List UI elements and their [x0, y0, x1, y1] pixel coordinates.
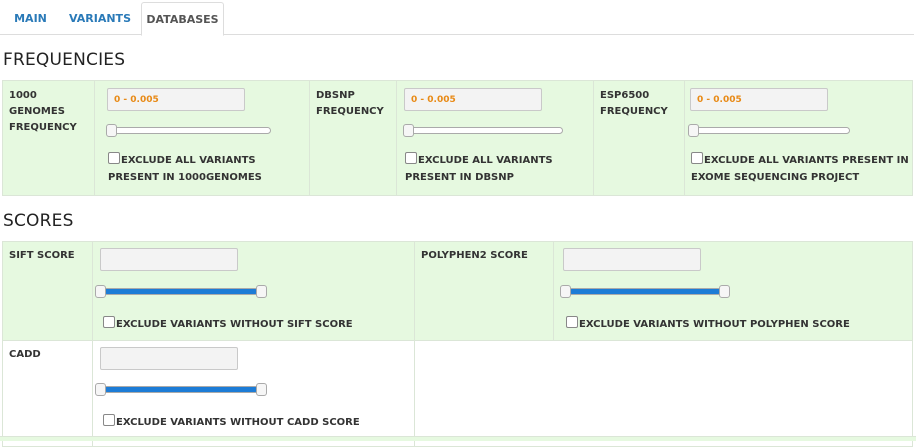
score-polyphen-slider[interactable] [560, 285, 730, 298]
score-polyphen-slider-range [569, 289, 721, 294]
freq-1000g-label: 1000 GENOMES FREQUENCY [9, 90, 77, 133]
frequencies-table: 1000 GENOMES FREQUENCY EXCLUDE ALL VARIA… [2, 80, 913, 196]
freq-esp-exclude[interactable]: EXCLUDE ALL VARIANTS PRESENT IN EXOME SE… [691, 152, 909, 186]
score-cadd-exclude-checkbox[interactable] [103, 414, 115, 426]
score-cadd-slider-handle-max[interactable] [256, 383, 267, 396]
freq-1000g-control-cell: EXCLUDE ALL VARIANTS PRESENT IN 1000GENO… [94, 80, 310, 196]
freq-dbsnp-exclude-checkbox[interactable] [405, 152, 417, 164]
freq-1000g-label-cell: 1000 GENOMES FREQUENCY [2, 80, 95, 196]
freq-esp-range-input[interactable] [690, 88, 828, 111]
scores-table: SIFT SCORE EXCLUDE VARIANTS WITHOUT SIFT… [2, 241, 913, 447]
freq-esp-label-cell: ESP6500 FREQUENCY [593, 80, 685, 196]
score-cadd-label-cell: CADD [2, 340, 93, 447]
score-cadd-input[interactable] [100, 347, 238, 370]
score-polyphen-control-cell: EXCLUDE VARIANTS WITHOUT POLYPHEN SCORE [553, 241, 913, 341]
tab-variants[interactable]: VARIANTS [60, 2, 140, 35]
freq-1000g-range-input[interactable] [107, 88, 245, 111]
score-polyphen-slider-handle-max[interactable] [719, 285, 730, 298]
score-sift-slider-handle-min[interactable] [95, 285, 106, 298]
score-sift-label-cell: SIFT SCORE [2, 241, 93, 341]
freq-dbsnp-control-cell: EXCLUDE ALL VARIANTS PRESENT IN DBSNP [396, 80, 594, 196]
freq-dbsnp-range-input[interactable] [404, 88, 542, 111]
freq-dbsnp-slider[interactable] [403, 124, 563, 137]
freq-esp-slider[interactable] [688, 124, 850, 137]
score-cadd-slider[interactable] [95, 383, 267, 396]
score-sift-slider-handle-max[interactable] [256, 285, 267, 298]
score-sift-exclude-checkbox[interactable] [103, 316, 115, 328]
tab-databases[interactable]: DATABASES [141, 2, 224, 36]
freq-esp-exclude-checkbox[interactable] [691, 152, 703, 164]
scores-next-row [0, 436, 916, 441]
freq-dbsnp-slider-handle[interactable] [403, 124, 414, 137]
tab-bar: MAIN VARIANTS DATABASES [0, 0, 914, 36]
freq-dbsnp-label: DBSNP FREQUENCY [316, 90, 384, 117]
freq-esp-slider-handle[interactable] [688, 124, 699, 137]
score-sift-exclude[interactable]: EXCLUDE VARIANTS WITHOUT SIFT SCORE [103, 316, 353, 333]
score-sift-input[interactable] [100, 248, 238, 271]
freq-esp-label: ESP6500 FREQUENCY [600, 90, 668, 117]
score-polyphen-input[interactable] [563, 248, 701, 271]
freq-1000g-slider-handle[interactable] [106, 124, 117, 137]
score-sift-control-cell: EXCLUDE VARIANTS WITHOUT SIFT SCORE [92, 241, 415, 341]
freq-1000g-exclude[interactable]: EXCLUDE ALL VARIANTS PRESENT IN 1000GENO… [108, 152, 262, 186]
score-polyphen-slider-handle-min[interactable] [560, 285, 571, 298]
freq-dbsnp-label-cell: DBSNP FREQUENCY [309, 80, 397, 196]
tab-main[interactable]: MAIN [3, 2, 58, 35]
freq-1000g-exclude-checkbox[interactable] [108, 152, 120, 164]
score-cadd-slider-range [104, 387, 258, 392]
score-cadd-control-cell: EXCLUDE VARIANTS WITHOUT CADD SCORE [92, 340, 415, 447]
freq-dbsnp-exclude[interactable]: EXCLUDE ALL VARIANTS PRESENT IN DBSNP [405, 152, 553, 186]
score-polyphen-exclude[interactable]: EXCLUDE VARIANTS WITHOUT POLYPHEN SCORE [566, 316, 850, 333]
scores-heading: SCORES [3, 211, 74, 231]
score-cadd-label: CADD [9, 349, 41, 360]
freq-1000g-slider[interactable] [106, 124, 271, 137]
score-cadd-exclude[interactable]: EXCLUDE VARIANTS WITHOUT CADD SCORE [103, 414, 360, 431]
score-polyphen-label-cell: POLYPHEN2 SCORE [414, 241, 554, 341]
frequencies-heading: FREQUENCIES [3, 50, 126, 70]
score-polyphen-exclude-checkbox[interactable] [566, 316, 578, 328]
score-sift-slider[interactable] [95, 285, 267, 298]
score-sift-slider-range [104, 289, 258, 294]
score-polyphen-label: POLYPHEN2 SCORE [421, 250, 528, 261]
score-empty-cell [414, 340, 913, 447]
freq-esp-control-cell: EXCLUDE ALL VARIANTS PRESENT IN EXOME SE… [684, 80, 913, 196]
score-sift-label: SIFT SCORE [9, 250, 75, 261]
score-cadd-slider-handle-min[interactable] [95, 383, 106, 396]
